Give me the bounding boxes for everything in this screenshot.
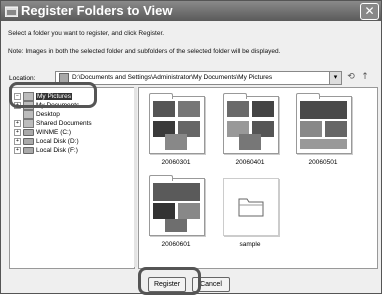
desktop-icon [23, 110, 34, 119]
expand-toggle[interactable]: + [14, 120, 21, 127]
folder-thumbnail-grid[interactable]: 20060301 20060401 20060501 20060601 samp… [138, 87, 378, 269]
back-icon[interactable]: ⟲ [345, 71, 357, 83]
folder-name: 20060301 [161, 159, 191, 166]
tree-item-desktop[interactable]: Desktop [23, 110, 60, 119]
folder-name: 20060501 [308, 159, 338, 166]
title-bar: Register Folders to View ✕ [1, 1, 381, 21]
folder-icon [23, 119, 34, 128]
tree-item-label: Local Disk (F:) [36, 147, 78, 154]
location-label: Location: [9, 75, 36, 82]
pane-splitter[interactable] [134, 87, 137, 267]
note-text: Note: Images in both the selected folder… [8, 48, 281, 55]
tree-item-label: WINME (C:) [36, 129, 72, 136]
drive-icon [23, 128, 34, 136]
folder-register-icon [5, 6, 18, 17]
empty-folder-icon [238, 198, 264, 217]
chevron-down-icon[interactable]: ▾ [329, 72, 341, 84]
folder-thumbnail [223, 93, 279, 154]
folder-thumbnail [149, 93, 205, 154]
folder-name: 20060401 [235, 159, 265, 166]
tree-item-label: Desktop [36, 111, 60, 119]
up-folder-icon[interactable]: ↑ [359, 71, 371, 83]
instruction-text: Select a folder you want to register, an… [8, 30, 165, 37]
tree-item-local-disk-d[interactable]: + Local Disk (D:) [14, 137, 79, 146]
highlight-callout [138, 267, 201, 295]
folder-name: 20060601 [161, 241, 191, 248]
tree-item-local-disk-f[interactable]: + Local Disk (F:) [14, 146, 78, 155]
expand-toggle[interactable]: + [14, 146, 21, 154]
folder-tree[interactable]: − My Pictures + My Documents Desktop + Shar… [9, 87, 135, 269]
folder-name: sample [239, 241, 261, 248]
location-path: D:\Documents and Settings\Administrator\… [72, 74, 273, 81]
folder-thumbnail [296, 93, 352, 154]
folder-thumbnail [149, 175, 205, 236]
dialog-title: Register Folders to View [21, 3, 173, 18]
expand-toggle[interactable]: + [14, 128, 21, 136]
register-folders-dialog: Register Folders to View ✕ Select a fold… [0, 0, 382, 295]
close-button[interactable]: ✕ [360, 3, 379, 20]
tree-item-shared-documents[interactable]: + Shared Documents [14, 119, 92, 128]
tree-item-label: Shared Documents [36, 120, 92, 128]
tree-item-label: Local Disk (D:) [36, 138, 79, 145]
drive-icon [23, 146, 34, 154]
highlight-callout [9, 82, 97, 108]
tree-item-winme-c[interactable]: + WINME (C:) [14, 128, 71, 137]
drive-icon [23, 137, 34, 145]
folder-thumbnail [223, 178, 279, 236]
location-combobox[interactable]: D:\Documents and Settings\Administrator\… [55, 71, 342, 85]
expand-toggle[interactable]: + [14, 137, 21, 145]
